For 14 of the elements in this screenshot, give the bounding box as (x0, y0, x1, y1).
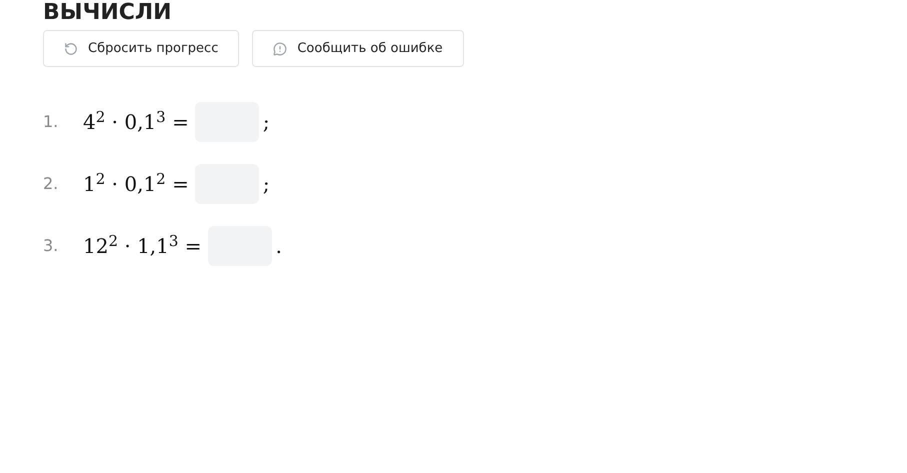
math-expression: 12$^{2}$ · 1,1$^{3}$ = (83, 231, 202, 260)
task-number: 1. (43, 111, 60, 133)
math-expression: 4$^{2}$ · 0,1$^{3}$ = (83, 107, 189, 136)
punctuation: ; (262, 109, 270, 136)
reset-icon (64, 42, 78, 56)
punctuation: . (276, 233, 282, 260)
heading: ВЫЧИСЛИ (43, 1, 173, 25)
task-number: 3. (43, 235, 60, 257)
task-number: 2. (43, 173, 60, 195)
report-error-button[interactable]: Сообщить об ошибке (252, 30, 464, 67)
speech-bubble-icon (273, 42, 288, 56)
punctuation: ; (262, 171, 270, 198)
reset-progress-button[interactable]: Сбросить прогресс (43, 30, 240, 67)
math-expression: 1$^{2}$ · 0,1$^{2}$ = (83, 169, 189, 198)
